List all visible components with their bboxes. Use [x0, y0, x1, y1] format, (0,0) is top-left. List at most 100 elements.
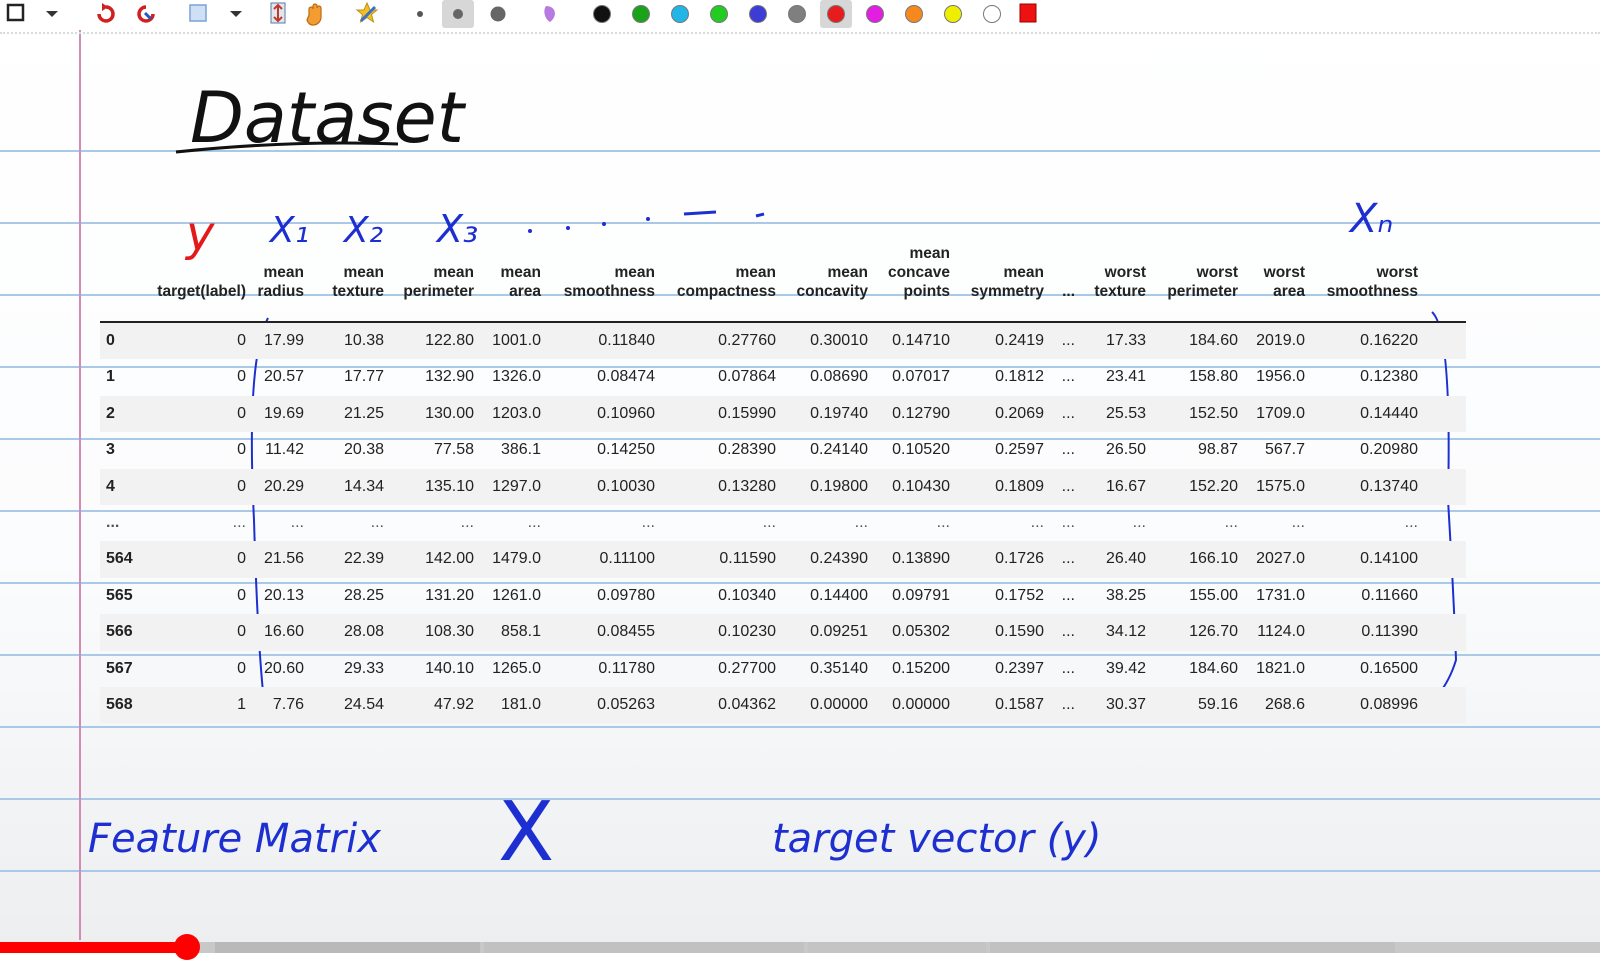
table-cell: 181.0 — [500, 695, 541, 713]
table-cell: 2027.0 — [1256, 550, 1305, 568]
column-header-line: mean — [343, 264, 385, 281]
table-cell: 0.10030 — [597, 477, 655, 495]
table-cell: ... — [1061, 441, 1075, 459]
table-cell: 0.35140 — [810, 659, 868, 677]
table-cell: 20.60 — [263, 659, 304, 677]
title-ink: Dataset — [175, 77, 467, 159]
table-cell: 34.12 — [1105, 623, 1146, 641]
table-cell: 184.60 — [1189, 659, 1238, 677]
table-row: 2 0 19.69 21.25 130.00 1203.0 0.10960 0.15990 0.… — [100, 395, 1466, 433]
table-cell: 0.2069 — [995, 404, 1044, 422]
column-header: mean symmetry — [971, 263, 1044, 301]
column-header-line: worst — [1196, 264, 1238, 281]
table-cell: 0.11590 — [719, 550, 776, 568]
table-cell: 0.1812 — [995, 368, 1044, 386]
continuation-dots-ink — [528, 210, 765, 233]
table-cell: 0 — [237, 659, 246, 677]
column-header: mean concave points — [888, 244, 950, 301]
table-cell: 0.08690 — [810, 368, 868, 386]
table-cell: 0.1752 — [995, 586, 1044, 604]
table-cell: 0.13280 — [718, 477, 776, 495]
column-header-line: compactness — [676, 283, 776, 300]
column-header-line: worst — [1376, 264, 1418, 281]
table-cell: 1 — [237, 695, 246, 713]
table-row: 567 0 20.60 29.33 140.10 1265.0 0.11780 0.27700… — [100, 651, 1466, 687]
table-cell: ... — [232, 513, 246, 531]
column-header: worst texture — [1094, 263, 1146, 301]
row-index: 564 — [106, 550, 133, 568]
column-header-line: points — [903, 283, 951, 300]
column-header-line: mean — [500, 264, 542, 281]
table-cell: 28.25 — [343, 586, 384, 604]
table-row: 565 0 20.13 28.25 131.20 1261.0 0.09780 0.10340… — [100, 578, 1466, 614]
table-cell: 11.42 — [265, 441, 304, 459]
table-cell: 14.34 — [343, 477, 384, 495]
table-header: target(label) mean radius mean texture mean pe… — [100, 245, 1466, 323]
table-cell: 0.1726 — [995, 550, 1044, 568]
table-cell: 47.92 — [433, 695, 474, 713]
table-cell: ... — [854, 513, 868, 531]
row-index: 4 — [106, 477, 115, 495]
column-header-line: smoothness — [563, 283, 655, 300]
column-header: worst area — [1264, 263, 1305, 301]
table-cell: 0.15990 — [718, 404, 776, 422]
table-cell: 0.14440 — [1360, 404, 1418, 422]
feature-matrix-ink: Feature Matrix — [88, 816, 381, 862]
table-cell: 21.56 — [263, 550, 304, 568]
table-cell: 0.14710 — [892, 332, 950, 349]
table-cell: 0.08996 — [1360, 695, 1418, 713]
x2-label-ink: X₂ — [342, 210, 383, 251]
row-index: 2 — [106, 404, 115, 422]
xn-label-ink: Xₙ — [1348, 196, 1393, 242]
column-header-line: smoothness — [1326, 283, 1418, 300]
column-header: mean area — [501, 263, 542, 301]
target-vector-ink: target vector (y) — [772, 816, 1102, 862]
table-cell: 0.19800 — [810, 477, 868, 495]
table-cell: 0.27760 — [718, 332, 776, 349]
table-cell: ... — [1291, 513, 1305, 531]
row-index: ... — [106, 513, 120, 531]
video-progress-bar[interactable] — [0, 934, 1600, 960]
column-header-line: mean — [1003, 264, 1045, 281]
table-cell: 98.87 — [1197, 441, 1238, 459]
table-cell: 0.10430 — [892, 477, 950, 495]
column-header-line: texture — [1094, 283, 1146, 300]
table-cell: 1265.0 — [492, 659, 541, 677]
table-cell: 0.07864 — [718, 368, 776, 386]
table-cell: ... — [290, 513, 304, 531]
table-cell: 0.09780 — [597, 586, 655, 604]
table-cell: 17.99 — [263, 332, 304, 349]
table-cell: 0.30010 — [810, 332, 868, 349]
table-cell: 0.00000 — [892, 695, 950, 713]
table-cell: ... — [1061, 623, 1075, 641]
table-cell: 126.70 — [1189, 623, 1238, 641]
column-header-line: concave — [887, 264, 950, 281]
table-cell: 0.08474 — [597, 368, 655, 386]
table-cell: ... — [527, 513, 541, 531]
row-index: 568 — [106, 695, 133, 713]
table-cell: 0 — [237, 332, 246, 349]
table-cell: 166.10 — [1189, 550, 1238, 568]
column-header-line: area — [1273, 283, 1305, 300]
table-cell: 1731.0 — [1256, 586, 1305, 604]
table-cell: 1575.0 — [1256, 477, 1305, 495]
table-cell: 19.69 — [263, 404, 304, 422]
table-cell: 0.05263 — [597, 695, 655, 713]
column-header-line: perimeter — [403, 283, 474, 300]
table-row: 0 0 17.99 10.38 122.80 1001.0 0.11840 0.27760 0.… — [100, 323, 1466, 360]
table-cell: ... — [1061, 586, 1075, 604]
x-matrix-ink: X — [498, 785, 554, 880]
table-cell: 22.39 — [343, 550, 384, 568]
table-cell: 77.58 — [433, 441, 474, 459]
progress-scrubber-handle[interactable] — [174, 934, 201, 960]
table-cell: 0.11780 — [598, 659, 655, 677]
table-cell: ... — [1061, 368, 1075, 386]
chapter-segment — [215, 942, 480, 953]
table-cell: 268.6 — [1264, 695, 1305, 713]
table-cell: 1709.0 — [1256, 404, 1305, 422]
column-header-line: mean — [263, 264, 305, 281]
column-header-line: mean — [614, 264, 656, 281]
table-cell: 1821.0 — [1256, 659, 1305, 677]
row-index: 567 — [106, 659, 133, 677]
x3-label-ink: X₃ — [435, 207, 478, 251]
